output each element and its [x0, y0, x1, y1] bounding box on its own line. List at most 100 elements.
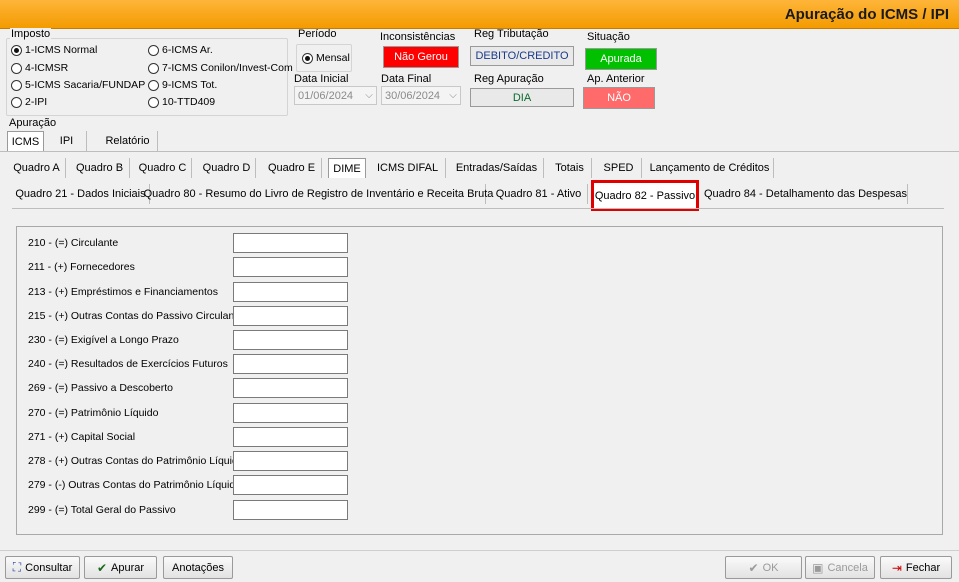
apurar-button[interactable]: ✔ Apurar [84, 556, 157, 579]
data-inicial-label: Data Inicial [294, 73, 349, 85]
radio-mensal[interactable]: Mensal [302, 52, 350, 64]
radio-icms-conilon[interactable]: 7-ICMS Conilon/Invest-Com [148, 62, 293, 74]
ap-anterior-label: Ap. Anterior [587, 73, 645, 85]
field-input[interactable] [233, 233, 348, 253]
radio-dot-icon [11, 79, 22, 91]
tab-quadro-d[interactable]: Quadro D [198, 158, 256, 178]
field-input[interactable] [233, 306, 348, 326]
imposto-label: Imposto [10, 28, 52, 40]
data-final-label: Data Final [381, 73, 432, 85]
field-input[interactable] [233, 451, 348, 471]
fechar-button[interactable]: ⇥ Fechar [880, 556, 952, 579]
reg-tributacao-value: DEBITO/CREDITO [470, 46, 574, 66]
tab-quadro-81[interactable]: Quadro 81 - Ativo [490, 184, 588, 204]
radio-label: 10-TTD409 [162, 96, 216, 108]
tab-quadro-a[interactable]: Quadro A [8, 158, 66, 178]
radio-icms-ar[interactable]: 6-ICMS Ar. [148, 44, 213, 56]
radio-icms-sacaria[interactable]: 5-ICMS Sacaria/FUNDAP [11, 79, 145, 91]
radio-dot-icon [302, 52, 313, 64]
checkmark-icon: ✔ [96, 560, 108, 575]
chevron-down-icon: ⌵ [365, 90, 373, 101]
anotacoes-button[interactable]: Anotações [163, 556, 233, 579]
radio-ipi[interactable]: 2-IPI [11, 96, 47, 108]
field-input[interactable] [233, 378, 348, 398]
ok-button[interactable]: ✔ OK [725, 556, 802, 579]
radio-label: 4-ICMSR [25, 62, 69, 74]
window-title: Apuração do ICMS / IPI [784, 6, 949, 23]
apuracao-label: Apuração [9, 117, 57, 129]
tab-quadro-e[interactable]: Quadro E [262, 158, 322, 178]
subtab-divider [12, 208, 944, 209]
field-label: 299 - (=) Total Geral do Passivo [28, 504, 176, 516]
radio-ttd409[interactable]: 10-TTD409 [148, 96, 215, 108]
periodo-label: Período [298, 28, 337, 40]
data-inicial-value: 01/06/2024 [298, 89, 354, 102]
data-inicial-field[interactable]: 01/06/2024 ⌵ [294, 86, 377, 105]
ok-label: OK [762, 561, 779, 574]
radio-label: 1-ICMS Normal [25, 44, 98, 56]
tab-entradas-saidas[interactable]: Entradas/Saídas [450, 158, 544, 178]
apurar-label: Apurar [111, 561, 145, 574]
tab-quadro-80[interactable]: Quadro 80 - Resumo do Livro de Registro … [144, 184, 493, 204]
field-input[interactable] [233, 330, 348, 350]
anotacoes-label: Anotações [172, 561, 224, 574]
field-label: 269 - (=) Passivo a Descoberto [28, 382, 174, 394]
consultar-button[interactable]: ⛶ Consultar [5, 556, 80, 579]
field-input[interactable] [233, 282, 348, 302]
tab-icms-difal[interactable]: ICMS DIFAL [370, 158, 446, 178]
consultar-label: Consultar [25, 561, 73, 574]
tab-quadro-b[interactable]: Quadro B [70, 158, 130, 178]
tab-quadro-c[interactable]: Quadro C [134, 158, 192, 178]
data-final-value: 30/06/2024 [385, 89, 441, 102]
inconsistencias-badge: Não Gerou [383, 46, 459, 68]
tab-ipi[interactable]: IPI [47, 131, 87, 151]
tab-dime[interactable]: DIME [328, 158, 366, 178]
tab-sped[interactable]: SPED [596, 158, 642, 178]
radio-dot-icon [11, 96, 22, 108]
title-bar: Apuração do ICMS / IPI [0, 0, 959, 29]
field-label: 271 - (+) Capital Social [28, 431, 136, 443]
checkmark-icon: ✔ [748, 560, 759, 575]
reg-tributacao-label: Reg Tributação [474, 28, 549, 40]
radio-label: 2-IPI [25, 96, 48, 108]
field-input[interactable] [233, 354, 348, 374]
field-input[interactable] [233, 500, 348, 520]
tab-relatorio[interactable]: Relatório [98, 131, 158, 151]
situacao-badge: Apurada [585, 48, 657, 70]
field-label: 278 - (+) Outras Contas do Patrimônio Lí… [28, 455, 244, 467]
fechar-label: Fechar [905, 561, 941, 574]
tab-divider [0, 151, 959, 152]
reg-apuracao-label: Reg Apuração [474, 73, 544, 85]
tab-quadro-21[interactable]: Quadro 21 - Dados Iniciais [12, 184, 150, 204]
radio-label: 6-ICMS Ar. [162, 44, 213, 56]
radio-label: 5-ICMS Sacaria/FUNDAP [25, 79, 146, 91]
radio-icmsr[interactable]: 4-ICMSR [11, 62, 68, 74]
radio-dot-icon [148, 44, 159, 56]
cancela-button[interactable]: ▣ Cancela [805, 556, 875, 579]
field-input[interactable] [233, 475, 348, 495]
tab-lancamento-creditos[interactable]: Lançamento de Créditos [646, 158, 774, 178]
chevron-down-icon: ⌵ [449, 90, 457, 101]
field-input[interactable] [233, 257, 348, 277]
inconsistencias-label: Inconsistências [380, 31, 456, 43]
radio-label: 7-ICMS Conilon/Invest-Com [162, 62, 293, 74]
bottom-separator [0, 550, 959, 551]
radio-dot-icon [11, 44, 22, 56]
tab-icms[interactable]: ICMS [7, 131, 44, 151]
field-input[interactable] [233, 427, 348, 447]
tab-totais[interactable]: Totais [548, 158, 592, 178]
field-label: 230 - (=) Exigível a Longo Prazo [28, 334, 179, 346]
radio-icms-normal[interactable]: 1-ICMS Normal [11, 44, 97, 56]
tab-quadro-82[interactable]: Quadro 82 - Passivo [591, 180, 699, 211]
field-label: 215 - (+) Outras Contas do Passivo Circu… [28, 310, 244, 322]
ap-anterior-badge: NÃO [583, 87, 655, 109]
data-final-field[interactable]: 30/06/2024 ⌵ [381, 86, 461, 105]
radio-dot-icon [11, 62, 22, 74]
situacao-label: Situação [587, 31, 630, 43]
tab-quadro-84[interactable]: Quadro 84 - Detalhamento das Despesas [704, 184, 908, 204]
radio-dot-icon [148, 79, 159, 91]
field-label: 279 - (-) Outras Contas do Patrimônio Lí… [28, 479, 242, 491]
field-input[interactable] [233, 403, 348, 423]
radio-icms-tot[interactable]: 9-ICMS Tot. [148, 79, 217, 91]
field-label: 270 - (=) Patrimônio Líquido [28, 407, 159, 419]
